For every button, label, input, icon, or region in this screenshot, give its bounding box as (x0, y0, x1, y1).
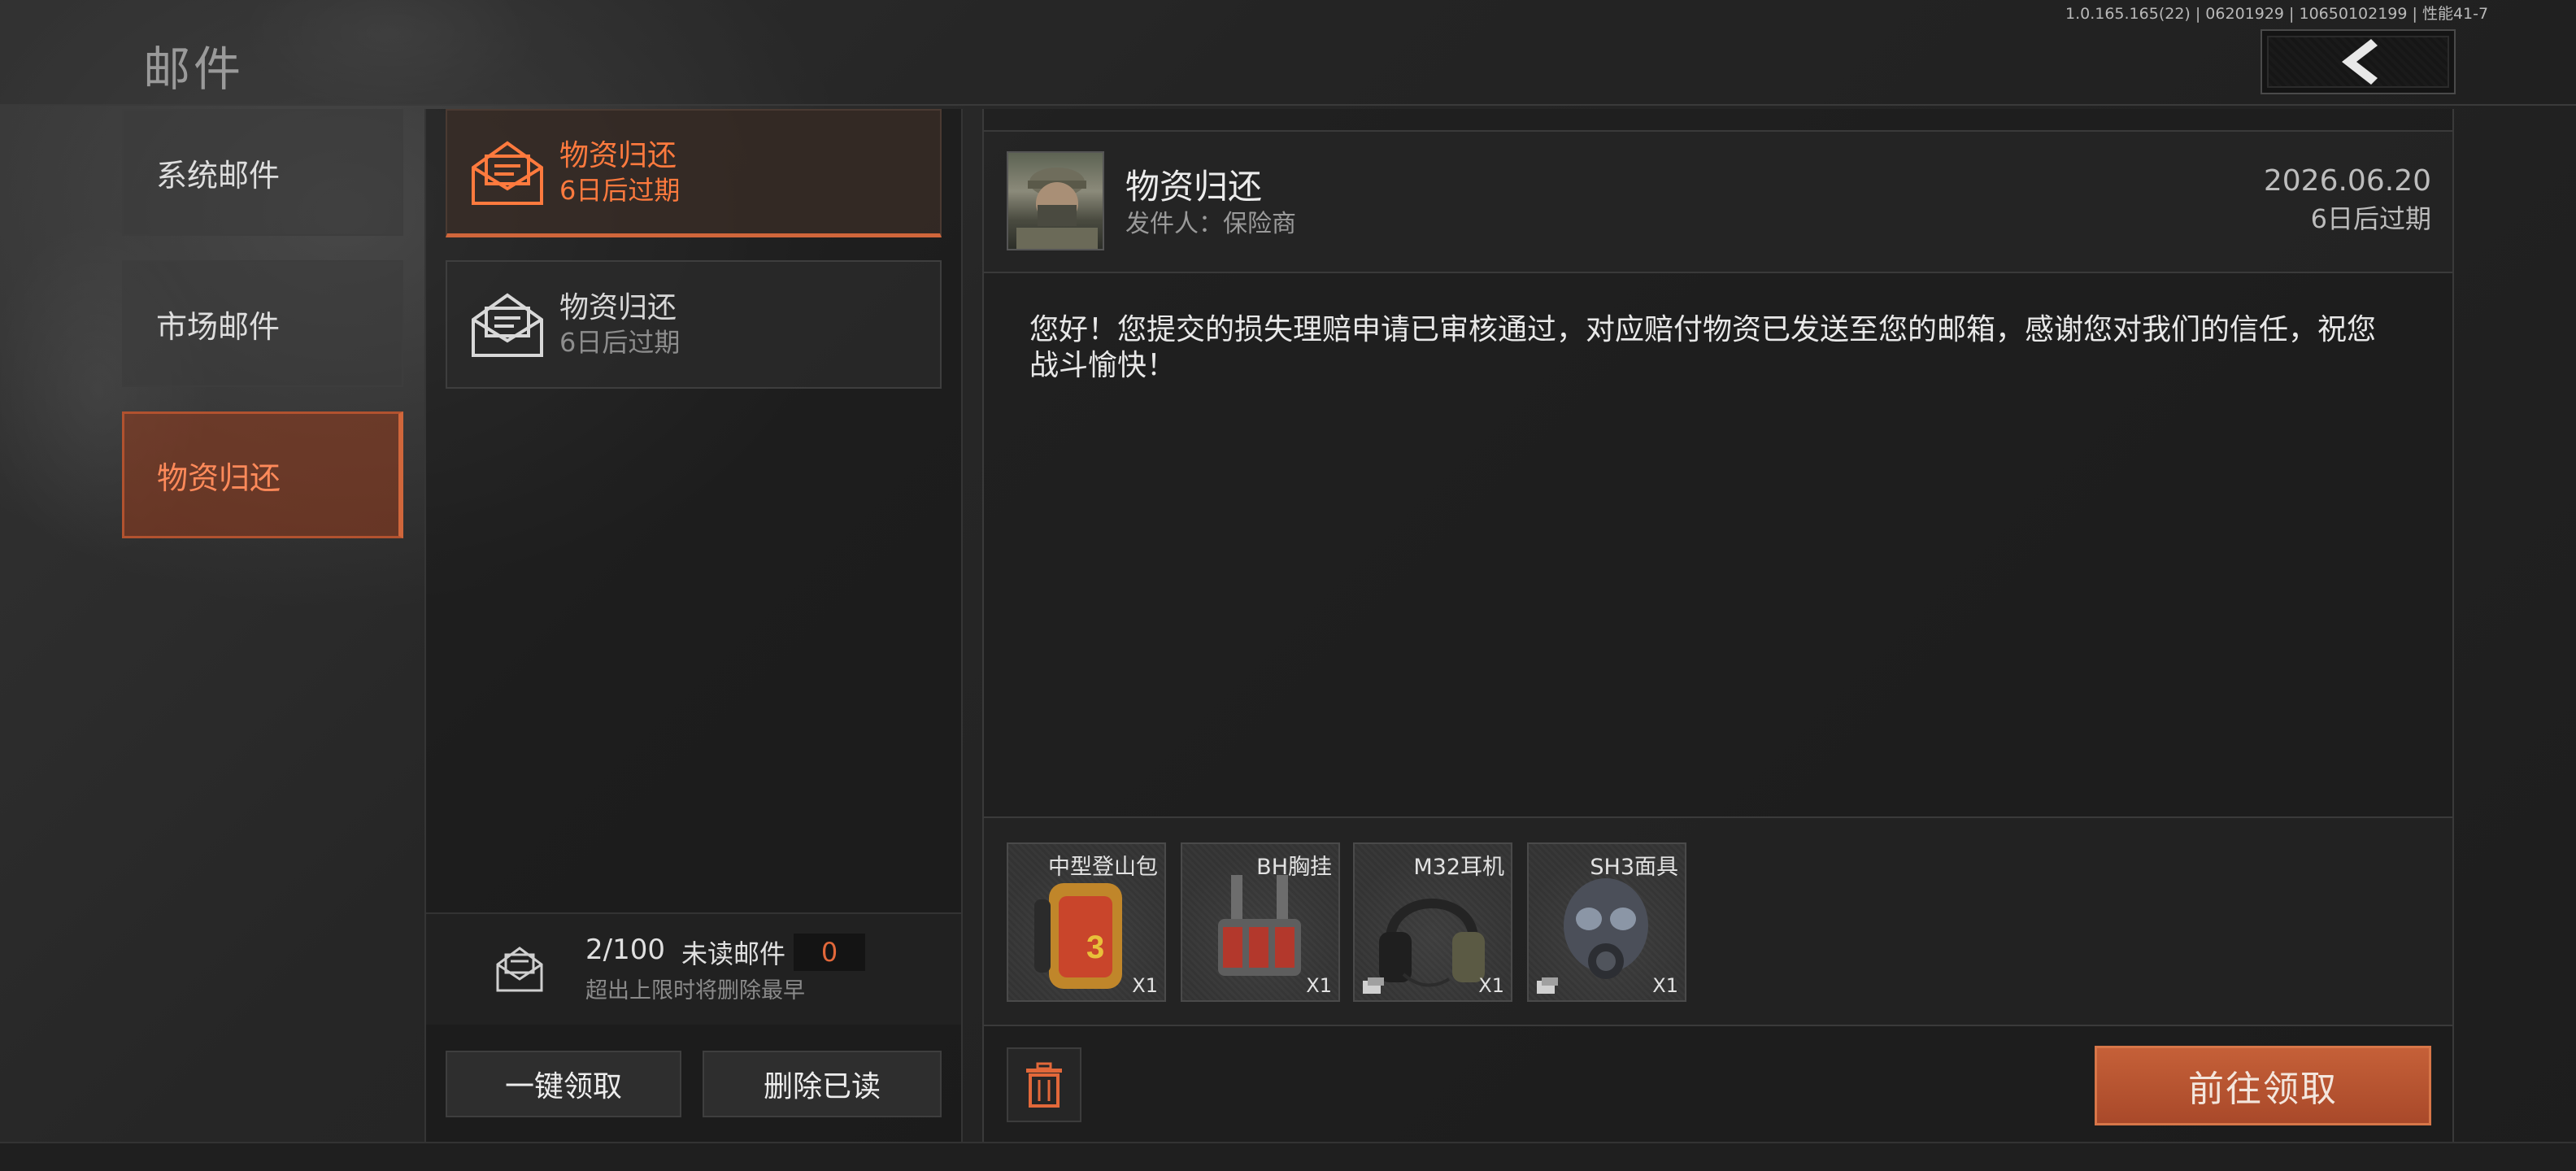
attachment-item[interactable]: BH胸挂 X1 (1181, 842, 1340, 1002)
go-claim-button[interactable]: 前往领取 (2095, 1046, 2431, 1125)
attachment-item[interactable]: M32耳机 X1 (1353, 842, 1512, 1002)
envelope-open-icon (472, 141, 543, 205)
attachment-item[interactable]: SH3面具 X1 (1527, 842, 1686, 1002)
mail-expire: 6日后过期 (559, 174, 681, 206)
attachment-qty: X1 (1478, 974, 1504, 997)
delete-mail-button[interactable] (1007, 1047, 1081, 1122)
box-tag-icon (1537, 977, 1558, 994)
category-tab-supply-return[interactable]: 物资归还 (122, 411, 403, 538)
unread-count: 0 (794, 934, 865, 971)
back-button[interactable] (2261, 29, 2456, 94)
limit-tip: 超出上限时将删除最早 (585, 978, 805, 1003)
attachment-name: 中型登山包 (1048, 855, 1158, 880)
attachment-qty: X1 (1132, 974, 1158, 997)
mail-title: 物资归还 (559, 138, 677, 172)
attachment-qty: X1 (1306, 974, 1332, 997)
unread-label: 未读邮件 (681, 938, 786, 969)
version-info: 1.0.165.165(22) | 06201929 | 10650102199… (2065, 5, 2489, 23)
gas-mask-icon (1564, 878, 1648, 979)
mail-count: 2/100 (585, 934, 665, 966)
chevron-left-icon (2342, 39, 2378, 85)
claim-all-button[interactable]: 一键领取 (446, 1051, 681, 1117)
attachment-qty: X1 (1652, 974, 1678, 997)
category-tab-label: 市场邮件 (156, 308, 281, 345)
detail-body: 您好！您提交的损失理赔申请已审核通过，对应赔付物资已发送至您的邮箱，感谢您对我们… (1029, 313, 2377, 382)
sender-avatar (1007, 151, 1104, 250)
detail-date: 2026.06.20 (2263, 164, 2431, 198)
detail-sender: 发件人：保险商 (1125, 210, 1296, 238)
headset-icon (1379, 899, 1485, 987)
svg-text:3: 3 (1086, 929, 1104, 965)
page-title: 邮件 (143, 41, 245, 97)
detail-expire: 6日后过期 (2310, 203, 2431, 234)
category-tab-label: 物资归还 (157, 459, 281, 496)
box-tag-icon (1363, 977, 1384, 994)
envelope-open-icon (472, 293, 543, 357)
mail-expire: 6日后过期 (559, 327, 681, 358)
attachment-name: SH3面具 (1590, 855, 1678, 880)
mail-title: 物资归还 (559, 291, 677, 324)
category-tab-system[interactable]: 系统邮件 (122, 109, 403, 236)
category-tab-label: 系统邮件 (156, 157, 281, 194)
mail-list-item[interactable]: 物资归还 6日后过期 (446, 109, 942, 237)
chest-rig-icon (1218, 875, 1301, 976)
attachment-name: M32耳机 (1413, 855, 1504, 880)
attachment-item[interactable]: 3 中型登山包 X1 (1007, 842, 1166, 1002)
bottom-bar (0, 1142, 2576, 1171)
attachment-name: BH胸挂 (1256, 855, 1332, 880)
category-tab-market[interactable]: 市场邮件 (122, 260, 403, 387)
trash-icon (1026, 1062, 1062, 1108)
envelope-stack-icon (496, 947, 543, 992)
backpack-icon: 3 (1034, 883, 1122, 989)
mail-list-item[interactable]: 物资归还 6日后过期 (446, 260, 942, 389)
detail-title: 物资归还 (1125, 167, 1263, 207)
delete-read-button[interactable]: 删除已读 (703, 1051, 942, 1117)
